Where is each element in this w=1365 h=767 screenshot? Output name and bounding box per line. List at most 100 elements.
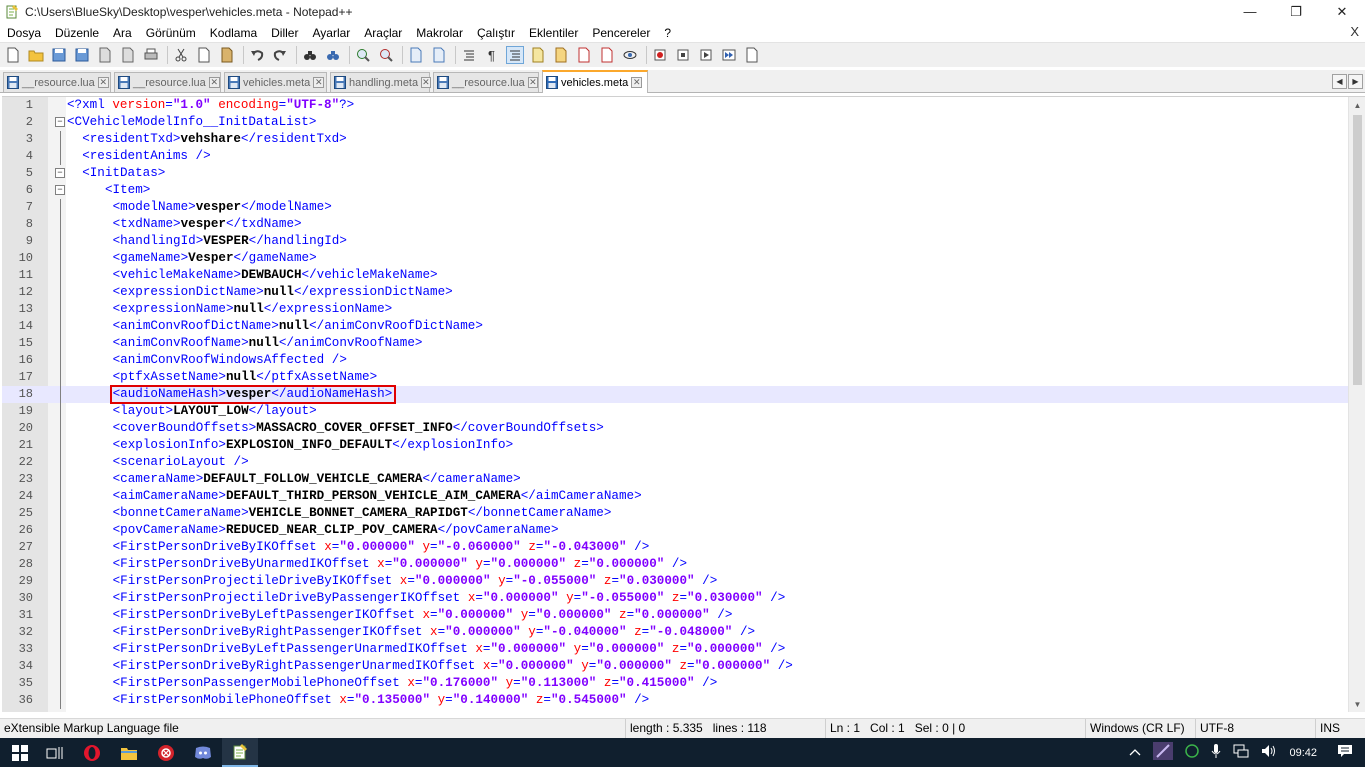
- fold-toggle-icon[interactable]: −: [55, 117, 65, 127]
- scroll-down-icon[interactable]: ▼: [1349, 696, 1365, 712]
- zoom-in-icon[interactable]: [354, 46, 372, 64]
- code-line[interactable]: 28 <FirstPersonDriveByUnarmedIKOffset x="…: [2, 556, 1348, 573]
- code-lines[interactable]: 1 <?xml version="1.0" encoding="UTF-8"?> 2…: [2, 97, 1348, 709]
- code-line[interactable]: 7 <modelName>vesper</modelName>: [2, 199, 1348, 216]
- scroll-thumb[interactable]: [1353, 115, 1362, 385]
- menu-item-araçlar[interactable]: Araçlar: [357, 26, 409, 40]
- show-all-chars-icon[interactable]: ¶: [483, 46, 501, 64]
- sync-vertical-icon[interactable]: [407, 46, 425, 64]
- code-line[interactable]: 31 <FirstPersonDriveByLeftPassengerIKOffs…: [2, 607, 1348, 624]
- fold-toggle-icon[interactable]: −: [55, 185, 65, 195]
- code-line[interactable]: 13 <expressionName>null</expressionName>: [2, 301, 1348, 318]
- tab-scroll-right-icon[interactable]: ▶: [1348, 74, 1363, 89]
- tab-vehicles-meta[interactable]: vehicles.meta ✕: [224, 72, 327, 92]
- microphone-icon[interactable]: [1211, 743, 1221, 762]
- code-line[interactable]: 10 <gameName>Vesper</gameName>: [2, 250, 1348, 267]
- eye-icon[interactable]: [621, 46, 639, 64]
- tab-handling-meta[interactable]: handling.meta ✕: [330, 72, 431, 92]
- scroll-up-icon[interactable]: ▲: [1349, 97, 1365, 114]
- sync-horizontal-icon[interactable]: [430, 46, 448, 64]
- code-line[interactable]: 4 <residentAnims />: [2, 148, 1348, 165]
- function-list-icon[interactable]: [552, 46, 570, 64]
- zoom-out-icon[interactable]: [377, 46, 395, 64]
- tab-close-icon[interactable]: ✕: [97, 77, 109, 88]
- notifications-icon[interactable]: [1337, 744, 1353, 761]
- word-wrap-icon[interactable]: [460, 46, 478, 64]
- folder-workspace-icon[interactable]: [575, 46, 593, 64]
- menu-item-kodlama[interactable]: Kodlama: [203, 26, 264, 40]
- indent-guide-icon[interactable]: [506, 46, 524, 64]
- code-line[interactable]: 26 <povCameraName>REDUCED_NEAR_CLIP_POV_C…: [2, 522, 1348, 539]
- menu-item-dosya[interactable]: Dosya: [0, 26, 48, 40]
- menu-item-görünüm[interactable]: Görünüm: [139, 26, 203, 40]
- maximize-button[interactable]: ❐: [1273, 0, 1319, 23]
- record-macro-icon[interactable]: [651, 46, 669, 64]
- code-line[interactable]: 14 <animConvRoofDictName>null</animConvRo…: [2, 318, 1348, 335]
- minimize-button[interactable]: —: [1227, 0, 1273, 23]
- save-icon[interactable]: [50, 46, 68, 64]
- replace-icon[interactable]: [324, 46, 342, 64]
- status-insert-mode[interactable]: INS: [1315, 719, 1365, 739]
- code-line[interactable]: 9 <handlingId>VESPER</handlingId>: [2, 233, 1348, 250]
- undo-icon[interactable]: [248, 46, 266, 64]
- status-encoding[interactable]: UTF-8: [1195, 719, 1315, 739]
- play-macro-icon[interactable]: [697, 46, 715, 64]
- code-line[interactable]: 34 <FirstPersonDriveByRightPassengerUnarm…: [2, 658, 1348, 675]
- close-all-icon[interactable]: [119, 46, 137, 64]
- close-button[interactable]: ✕: [1319, 0, 1365, 23]
- code-line[interactable]: 18 <audioNameHash>vesper</audioNameHash>: [2, 385, 1348, 404]
- tab-resource-lua[interactable]: __resource.lua ✕: [114, 72, 221, 92]
- task-view-icon[interactable]: [37, 738, 73, 767]
- discord-icon[interactable]: [185, 738, 221, 767]
- cut-icon[interactable]: [172, 46, 190, 64]
- close-document-button[interactable]: X: [1350, 24, 1359, 39]
- tab-close-icon[interactable]: ✕: [421, 77, 431, 88]
- stop-macro-icon[interactable]: [674, 46, 692, 64]
- editor[interactable]: 1 <?xml version="1.0" encoding="UTF-8"?> 2…: [2, 96, 1365, 712]
- code-line[interactable]: 8 <txdName>vesper</txdName>: [2, 216, 1348, 233]
- code-line[interactable]: 5 − <InitDatas>: [2, 165, 1348, 182]
- menu-item-düzenle[interactable]: Düzenle: [48, 26, 106, 40]
- code-line[interactable]: 21 <explosionInfo>EXPLOSION_INFO_DEFAULT<…: [2, 437, 1348, 454]
- code-line[interactable]: 11 <vehicleMakeName>DEWBAUCH</vehicleMake…: [2, 267, 1348, 284]
- code-line[interactable]: 17 <ptfxAssetName>null</ptfxAssetName>: [2, 369, 1348, 386]
- menu-item-çalıştır[interactable]: Çalıştır: [470, 26, 522, 40]
- code-line[interactable]: 22 <scenarioLayout />: [2, 454, 1348, 471]
- code-line[interactable]: 36 <FirstPersonMobilePhoneOffset x="0.135…: [2, 692, 1348, 709]
- menu-item-pencereler[interactable]: Pencereler: [585, 26, 657, 40]
- tab-close-icon[interactable]: ✕: [527, 77, 538, 88]
- redo-icon[interactable]: [271, 46, 289, 64]
- new-file-icon[interactable]: [4, 46, 22, 64]
- volume-icon[interactable]: [1261, 744, 1277, 761]
- save-macro-icon[interactable]: [743, 46, 761, 64]
- file-explorer-icon[interactable]: [111, 738, 147, 767]
- ethernet-icon[interactable]: [1233, 744, 1249, 761]
- close-file-icon[interactable]: [96, 46, 114, 64]
- menu-item-eklentiler[interactable]: Eklentiler: [522, 26, 585, 40]
- tab-resource-lua[interactable]: __resource.lua ✕: [3, 72, 111, 92]
- menu-item-makrolar[interactable]: Makrolar: [409, 26, 470, 40]
- red-app-icon[interactable]: [148, 738, 184, 767]
- notepadpp-taskbar-icon[interactable]: [222, 738, 258, 767]
- tab-resource-lua[interactable]: __resource.lua ✕: [433, 72, 539, 92]
- pen-icon[interactable]: [1153, 742, 1174, 763]
- code-line[interactable]: 19 <layout>LAYOUT_LOW</layout>: [2, 403, 1348, 420]
- tab-close-icon[interactable]: ✕: [313, 77, 325, 88]
- clock-time[interactable]: 09:42: [1289, 747, 1317, 759]
- tab-scroll-left-icon[interactable]: ◀: [1332, 74, 1347, 89]
- menu-item-ayarlar[interactable]: Ayarlar: [305, 26, 357, 40]
- fold-toggle-icon[interactable]: −: [55, 168, 65, 178]
- tab-close-icon[interactable]: ✕: [631, 77, 643, 88]
- code-line[interactable]: 35 <FirstPersonPassengerMobilePhoneOffset…: [2, 675, 1348, 692]
- windows-start-icon[interactable]: [2, 738, 38, 767]
- save-all-icon[interactable]: [73, 46, 91, 64]
- menu-item-ara[interactable]: Ara: [106, 26, 139, 40]
- code-line[interactable]: 15 <animConvRoofName>null</animConvRoofNa…: [2, 335, 1348, 352]
- tab-vehicles-meta[interactable]: vehicles.meta ✕: [542, 70, 648, 93]
- chevron-up-icon[interactable]: [1129, 747, 1141, 759]
- paste-icon[interactable]: [218, 46, 236, 64]
- code-line[interactable]: 16 <animConvRoofWindowsAffected />: [2, 352, 1348, 369]
- copy-icon[interactable]: [195, 46, 213, 64]
- code-line[interactable]: 1 <?xml version="1.0" encoding="UTF-8"?>: [2, 97, 1348, 114]
- code-line[interactable]: 25 <bonnetCameraName>VEHICLE_BONNET_CAMER…: [2, 505, 1348, 522]
